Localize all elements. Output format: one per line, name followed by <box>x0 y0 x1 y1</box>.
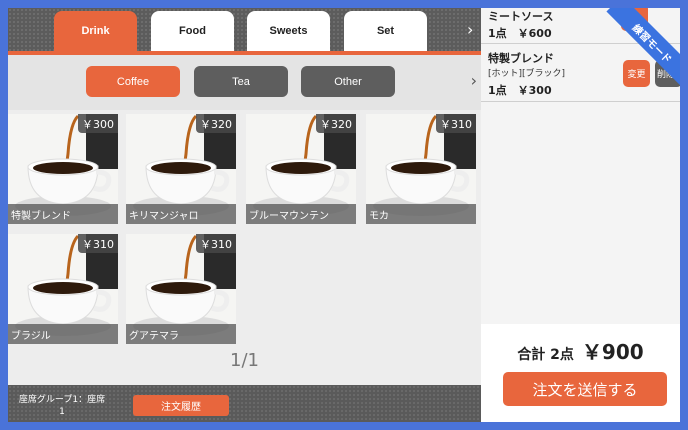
total-amount: ￥900 <box>581 340 644 364</box>
practice-mode-label: 練習モード <box>606 8 680 86</box>
product-card[interactable]: ￥310 グアテマラ <box>126 234 236 344</box>
menu-panel: Drink Food Sweets Set › Coffee Tea Other… <box>8 8 481 422</box>
product-name: モカ <box>366 204 476 224</box>
order-summary: 合計 2点 ￥900 注文を送信する <box>481 324 680 422</box>
practice-mode-ribbon: 練習モード <box>602 8 680 86</box>
category-next-arrow-icon[interactable]: › <box>467 20 473 39</box>
product-price: ￥310 <box>78 234 118 253</box>
product-name: ブラジル <box>8 324 118 344</box>
product-name: グアテマラ <box>126 324 236 344</box>
product-name: 特製ブレンド <box>8 204 118 224</box>
subcategory-coffee[interactable]: Coffee <box>86 66 180 97</box>
footer-bar: 座席グループ1：座席 1 注文履歴 <box>8 385 481 422</box>
product-grid: ￥300 特製ブレンド ￥320 キリマンジャロ ￥320 ブルーマウンテン ￥… <box>8 114 481 354</box>
product-name: キリマンジャロ <box>126 204 236 224</box>
order-item-qty-price: 1点 ￥300 <box>488 84 552 97</box>
category-tab-bar: Drink Food Sweets Set › <box>8 8 481 55</box>
order-item-title: ミートソース <box>488 10 554 23</box>
product-price: ￥310 <box>196 234 236 253</box>
order-item-options: [ホット][ブラック] <box>488 69 566 79</box>
product-price: ￥320 <box>196 114 236 133</box>
product-price: ￥320 <box>316 114 356 133</box>
send-order-button[interactable]: 注文を送信する <box>503 372 667 406</box>
app-window: Drink Food Sweets Set › Coffee Tea Other… <box>8 8 680 422</box>
tab-set[interactable]: Set <box>344 11 427 51</box>
seat-group-label: 座席グループ1：座席 <box>18 395 106 405</box>
tab-sweets[interactable]: Sweets <box>247 11 330 51</box>
order-item-qty-price: 1点 ￥600 <box>488 27 552 40</box>
product-card[interactable]: ￥300 特製ブレンド <box>8 114 118 224</box>
product-card[interactable]: ￥310 モカ <box>366 114 476 224</box>
order-history-button[interactable]: 注文履歴 <box>133 395 229 416</box>
order-item-title: 特製ブレンド <box>488 52 554 65</box>
tab-food[interactable]: Food <box>151 11 234 51</box>
total-line: 合計 2点 ￥900 <box>481 336 680 365</box>
product-card[interactable]: ￥320 ブルーマウンテン <box>246 114 356 224</box>
subcategory-tea[interactable]: Tea <box>194 66 288 97</box>
seat-info: 座席グループ1：座席 1 <box>12 394 112 418</box>
subcategory-other[interactable]: Other <box>301 66 395 97</box>
subcategory-bar: Coffee Tea Other › <box>8 55 481 110</box>
subcategory-next-arrow-icon[interactable]: › <box>471 71 477 90</box>
total-count: 合計 2点 <box>517 347 574 363</box>
product-price: ￥300 <box>78 114 118 133</box>
page-indicator: 1/1 <box>230 350 259 371</box>
product-card[interactable]: ￥320 キリマンジャロ <box>126 114 236 224</box>
product-price: ￥310 <box>436 114 476 133</box>
product-name: ブルーマウンテン <box>246 204 356 224</box>
product-card[interactable]: ￥310 ブラジル <box>8 234 118 344</box>
tab-drink[interactable]: Drink <box>54 11 137 51</box>
seat-number: 1 <box>59 407 65 417</box>
